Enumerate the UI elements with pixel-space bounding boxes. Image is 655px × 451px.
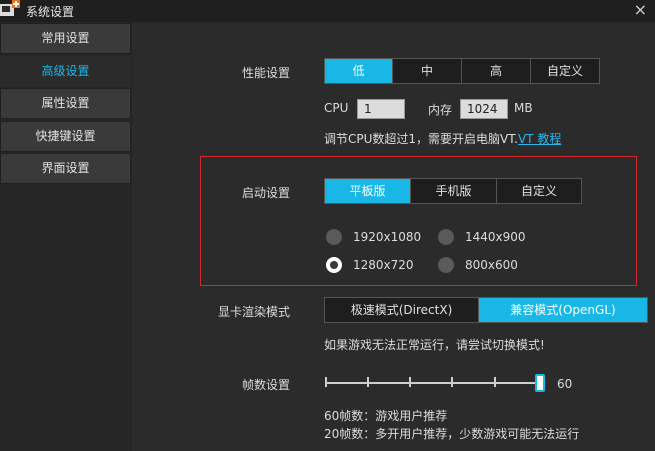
sidebar-item-advanced[interactable]: 高级设置	[0, 56, 131, 87]
fps-slider-tick	[451, 377, 453, 387]
window-title: 系统设置	[26, 5, 75, 19]
resolution-radio-1920x1080[interactable]	[326, 229, 342, 245]
resolution-label-800x600: 800x600	[465, 258, 518, 272]
cpu-label: CPU	[324, 101, 349, 115]
startup-segmented: 平板版 手机版 自定义	[324, 178, 582, 204]
resolution-label-1280x720: 1280x720	[353, 258, 414, 272]
vt-hint: 调节CPU数超过1，需要开启电脑VT.VT 教程	[324, 130, 561, 147]
fps-label: 帧数设置	[241, 378, 290, 392]
resolution-radio-800x600[interactable]	[438, 257, 454, 273]
resolution-label-1920x1080: 1920x1080	[353, 230, 422, 244]
performance-option-high[interactable]: 高	[462, 59, 531, 83]
fps-slider-tick	[367, 377, 369, 387]
sidebar-item-shortcuts[interactable]: 快捷键设置	[0, 121, 131, 152]
fps-slider-thumb[interactable]	[535, 374, 545, 392]
fps-note-20: 20帧数：多开用户推荐，少数游戏可能无法运行	[324, 427, 580, 441]
render-hint: 如果游戏无法正常运行，请尝试切换模式!	[324, 338, 545, 352]
cpu-input[interactable]: 1	[357, 99, 405, 119]
resolution-radio-1280x720[interactable]	[326, 257, 342, 273]
fps-value: 60	[557, 377, 573, 391]
sidebar: 常用设置 高级设置 属性设置 快捷键设置 界面设置	[0, 22, 132, 451]
vt-hint-text: 调节CPU数超过1，需要开启电脑VT.	[324, 132, 518, 146]
fps-note-60: 60帧数：游戏用户推荐	[324, 409, 448, 423]
startup-highlight-box	[200, 156, 637, 286]
render-option-opengl[interactable]: 兼容模式(OpenGL)	[479, 298, 647, 322]
fps-slider-tick	[325, 377, 327, 387]
memory-unit: MB	[514, 101, 533, 115]
performance-option-low[interactable]: 低	[325, 59, 393, 83]
app-logo-icon	[0, 0, 20, 16]
title-bar: 系统设置 ×	[0, 0, 655, 22]
sidebar-item-interface[interactable]: 界面设置	[0, 153, 131, 184]
fps-slider-tick	[494, 377, 496, 387]
startup-option-custom[interactable]: 自定义	[497, 179, 581, 203]
memory-input[interactable]: 1024	[460, 99, 508, 119]
render-mode-label: 显卡渲染模式	[217, 305, 290, 319]
startup-option-phone[interactable]: 手机版	[411, 179, 497, 203]
sidebar-item-properties[interactable]: 属性设置	[0, 88, 131, 119]
fps-slider-track[interactable]	[326, 382, 540, 384]
sidebar-item-common[interactable]: 常用设置	[0, 23, 131, 54]
close-icon[interactable]: ×	[634, 1, 647, 19]
performance-label: 性能设置	[241, 66, 290, 80]
vt-tutorial-link[interactable]: VT 教程	[518, 132, 561, 146]
performance-segmented: 低 中 高 自定义	[324, 58, 600, 84]
render-mode-segmented: 极速模式(DirectX) 兼容模式(OpenGL)	[324, 297, 648, 323]
fps-slider-tick	[409, 377, 411, 387]
memory-label: 内存	[428, 103, 453, 117]
startup-label: 启动设置	[241, 186, 290, 200]
resolution-radio-1440x900[interactable]	[438, 229, 454, 245]
startup-option-tablet[interactable]: 平板版	[325, 179, 411, 203]
resolution-label-1440x900: 1440x900	[465, 230, 526, 244]
performance-option-medium[interactable]: 中	[393, 59, 462, 83]
render-option-directx[interactable]: 极速模式(DirectX)	[325, 298, 479, 322]
performance-option-custom[interactable]: 自定义	[531, 59, 599, 83]
